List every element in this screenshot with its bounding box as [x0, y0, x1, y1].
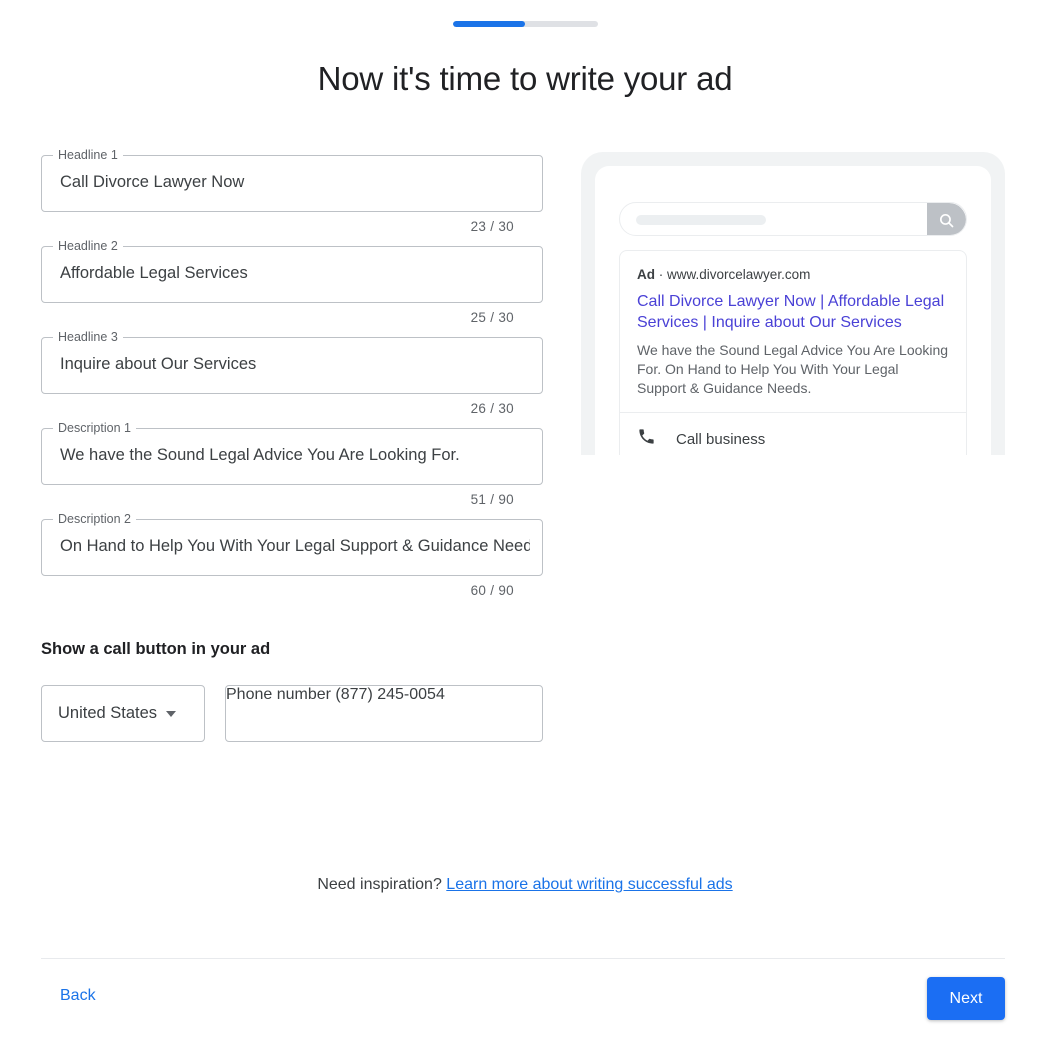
field-group-description-2: Description 2 On Hand to Help You With Y…	[41, 512, 543, 598]
description-1-counter: 51 / 90	[470, 492, 514, 507]
footer-divider	[41, 958, 1005, 959]
page-title: Now it's time to write your ad	[317, 60, 733, 97]
field-group-headline-3: Headline 3 Inquire about Our Services 26…	[41, 330, 543, 416]
phone-number-label: Phone number	[226, 686, 331, 703]
headline-3-counter: 26 / 30	[470, 401, 514, 416]
ad-preview-headline[interactable]: Call Divorce Lawyer Now | Affordable Leg…	[637, 291, 949, 333]
next-button[interactable]: Next	[927, 977, 1005, 1020]
phone-number-value: (877) 245-0054	[335, 686, 445, 703]
ad-preview-card: Ad · www.divorcelawyer.com Call Divorce …	[619, 250, 967, 455]
ad-meta-separator: ·	[658, 267, 664, 282]
headline-2-value: Affordable Legal Services	[60, 264, 248, 282]
description-1-value: We have the Sound Legal Advice You Are L…	[60, 446, 460, 464]
chevron-down-icon	[166, 710, 177, 717]
field-group-headline-1: Headline 1 Call Divorce Lawyer Now 23 / …	[41, 148, 543, 234]
phone-icon	[637, 427, 656, 451]
description-2-input[interactable]: Description 2 On Hand to Help You With Y…	[41, 512, 543, 576]
headline-1-input[interactable]: Headline 1 Call Divorce Lawyer Now	[41, 148, 543, 212]
ad-badge: Ad	[637, 267, 655, 282]
description-1-label: Description 1	[53, 421, 136, 436]
progress-bar	[0, 21, 1050, 27]
headline-3-label: Headline 3	[53, 330, 123, 345]
ad-preview-screen: Ad · www.divorcelawyer.com Call Divorce …	[595, 166, 991, 455]
preview-search-placeholder	[636, 215, 766, 225]
search-icon[interactable]	[927, 203, 966, 235]
ad-form: Headline 1 Call Divorce Lawyer Now 23 / …	[41, 148, 543, 742]
inspiration-row: Need inspiration? Learn more about writi…	[0, 876, 1050, 894]
ad-preview-call-button[interactable]: Call business	[620, 413, 966, 451]
inspiration-prompt: Need inspiration?	[317, 876, 442, 893]
phone-number-input[interactable]: Phone number (877) 245-0054	[225, 685, 543, 742]
headline-2-counter: 25 / 30	[470, 310, 514, 325]
headline-1-counter: 23 / 30	[470, 219, 514, 234]
inspiration-link[interactable]: Learn more about writing successful ads	[446, 876, 732, 893]
ad-display-url: www.divorcelawyer.com	[667, 267, 811, 282]
description-1-input[interactable]: Description 1 We have the Sound Legal Ad…	[41, 421, 543, 485]
headline-3-input[interactable]: Headline 3 Inquire about Our Services	[41, 330, 543, 394]
headline-1-value: Call Divorce Lawyer Now	[60, 173, 245, 191]
description-2-label: Description 2	[53, 512, 136, 527]
country-select-value: United States	[58, 704, 158, 722]
headline-2-input[interactable]: Headline 2 Affordable Legal Services	[41, 239, 543, 303]
country-select[interactable]: United States	[41, 685, 205, 742]
call-section-row: United States Phone number (877) 245-005…	[41, 685, 543, 742]
call-section-heading: Show a call button in your ad	[41, 640, 271, 658]
ad-preview-call-label: Call business	[676, 430, 766, 448]
field-group-headline-2: Headline 2 Affordable Legal Services 25 …	[41, 239, 543, 325]
field-group-description-1: Description 1 We have the Sound Legal Ad…	[41, 421, 543, 507]
progress-track	[452, 21, 598, 27]
description-2-counter: 60 / 90	[470, 583, 514, 598]
headline-2-label: Headline 2	[53, 239, 123, 254]
description-2-value: On Hand to Help You With Your Legal Supp…	[60, 537, 530, 555]
ad-preview-phone-frame: Ad · www.divorcelawyer.com Call Divorce …	[581, 152, 1005, 455]
ad-preview-meta: Ad · www.divorcelawyer.com	[637, 267, 966, 282]
ad-preview-description: We have the Sound Legal Advice You Are L…	[637, 342, 949, 396]
headline-3-value: Inquire about Our Services	[60, 355, 257, 373]
preview-search-bar[interactable]	[619, 202, 967, 236]
headline-1-label: Headline 1	[53, 148, 123, 163]
back-button[interactable]: Back	[60, 987, 96, 1005]
progress-fill	[452, 21, 525, 27]
